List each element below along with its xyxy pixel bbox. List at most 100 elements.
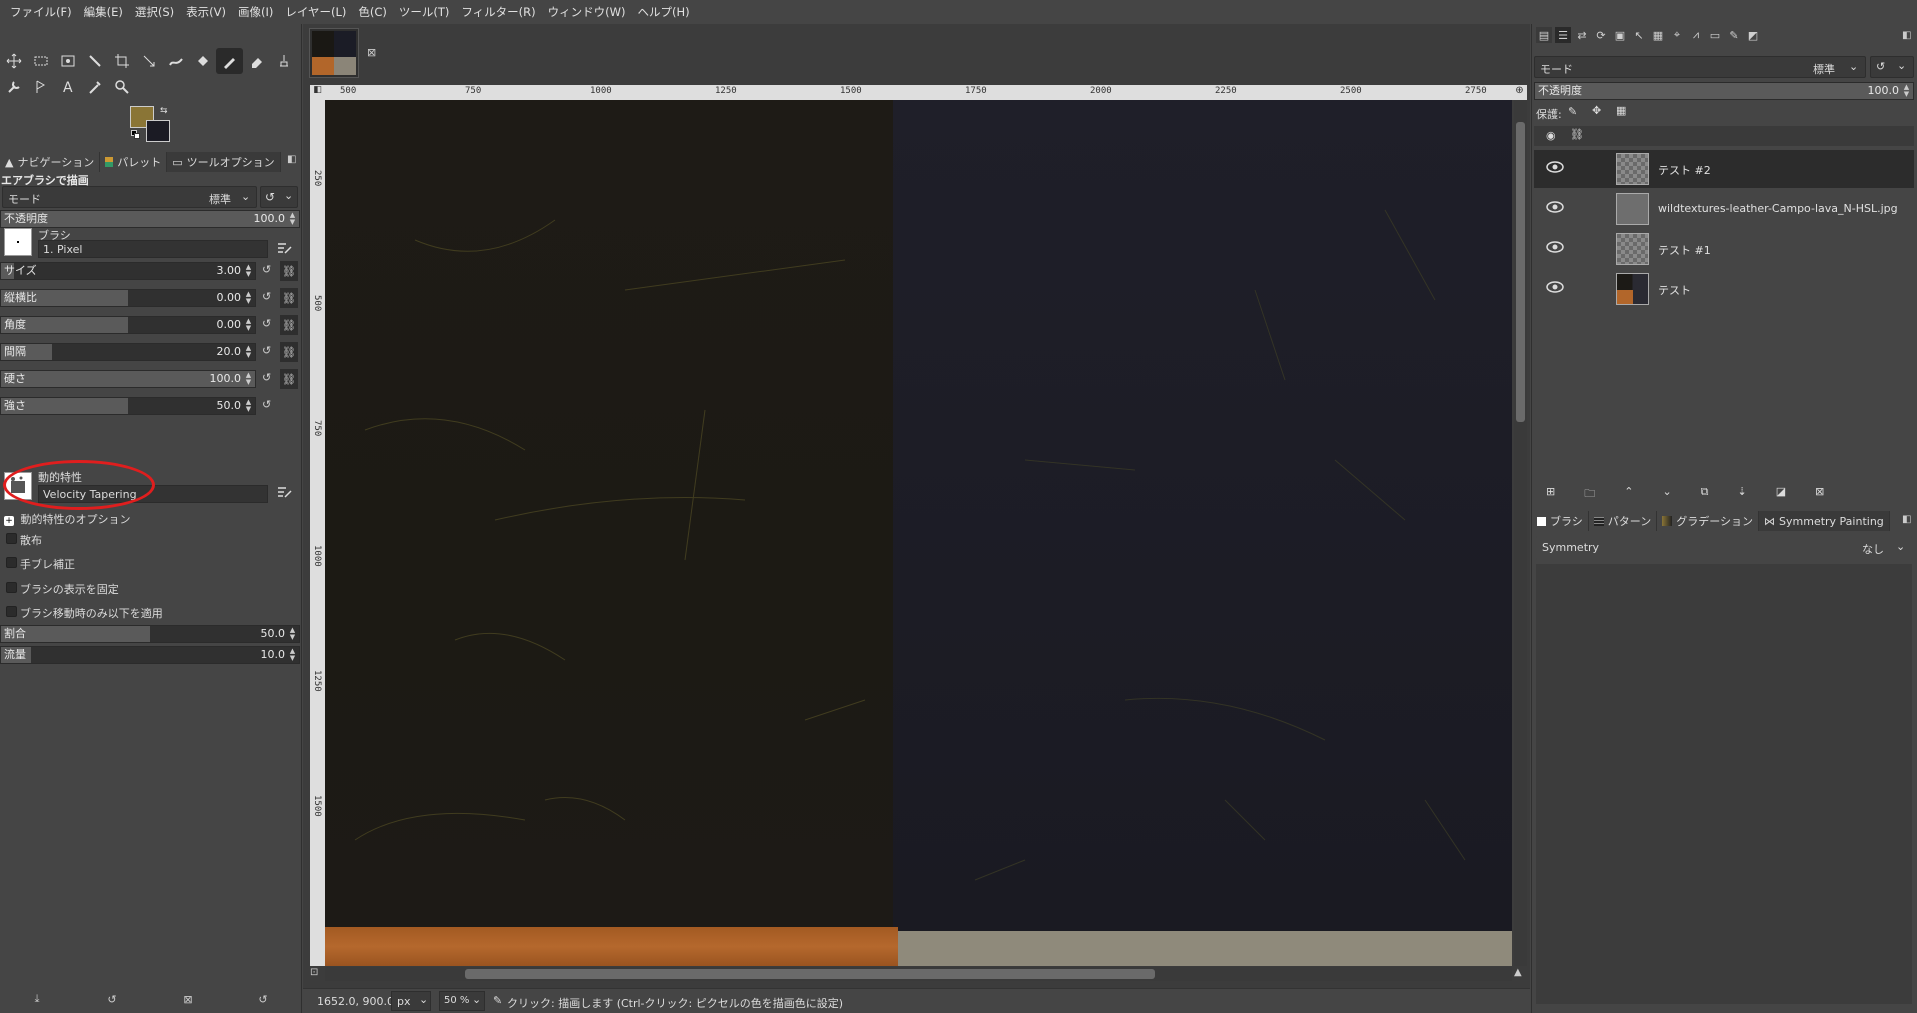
delete-tool-preset-icon[interactable]: ⊠	[179, 990, 197, 1008]
undo-history-tab-icon[interactable]: ▣	[1612, 27, 1628, 43]
reset-colors-icon[interactable]	[131, 130, 141, 140]
lock-pixels-icon[interactable]: ✎	[1568, 105, 1577, 118]
menu-tools[interactable]: ツール(T)	[393, 0, 456, 24]
menu-file[interactable]: ファイル(F)	[4, 0, 78, 24]
eye-icon[interactable]	[1546, 201, 1564, 213]
reset-icon[interactable]: ↺	[262, 371, 271, 384]
lock-position-icon[interactable]: ✥	[1592, 104, 1601, 117]
histogram-tab-icon[interactable]: ⩘	[1688, 27, 1704, 43]
vertical-scrollbar-thumb[interactable]	[1516, 122, 1525, 422]
tab-brushes[interactable]: ブラシ	[1532, 511, 1589, 531]
horizontal-ruler[interactable]: 500 750 1000 1250 1500 1750 2000 2250 2500 2750	[325, 85, 1512, 100]
spin-arrows-icon[interactable]: ▲ ▼	[244, 291, 253, 305]
selection-editor-tab-icon[interactable]: ▭	[1707, 27, 1723, 43]
spin-arrows-icon[interactable]: ▲ ▼	[288, 648, 297, 662]
scatter-checkbox[interactable]	[6, 533, 17, 544]
new-layer-icon[interactable]: 🗀	[1584, 485, 1595, 504]
brush-name-field[interactable]: 1. Pixel	[38, 240, 268, 258]
spin-arrows-icon[interactable]: ▲ ▼	[244, 345, 253, 359]
smudge-tool-icon[interactable]	[0, 74, 27, 100]
menu-help[interactable]: ヘルプ(H)	[631, 0, 695, 24]
tab-tool-options[interactable]: ▭ ツールオプション	[167, 152, 281, 172]
mode-combo[interactable]: モード 標準 ⌄	[2, 186, 257, 208]
quick-mask-corner-icon[interactable]: ◧	[310, 85, 325, 100]
brush-slider[interactable]: サイズ 3.00 ▲ ▼	[0, 262, 256, 280]
lower-layer-icon[interactable]: ⌄	[1662, 485, 1671, 504]
spin-arrows-icon[interactable]: ▲ ▼	[288, 627, 297, 641]
menu-layer[interactable]: レイヤー(L)	[279, 0, 352, 24]
menu-filters[interactable]: フィルター(R)	[455, 0, 541, 24]
eye-icon[interactable]	[1546, 241, 1564, 253]
brush-slider[interactable]: 硬さ 100.0 ▲ ▼	[0, 370, 256, 388]
layer-mode-combo[interactable]: モード 標準 ⌄	[1534, 56, 1866, 78]
background-color-swatch[interactable]	[146, 120, 170, 142]
device-status-tab-icon[interactable]: ◩	[1745, 27, 1761, 43]
mask-layer-icon[interactable]: ◪	[1776, 485, 1786, 504]
zoom-combo[interactable]: 50 % ⌄	[439, 991, 485, 1011]
sample-points-tab-icon[interactable]: ⌖	[1669, 27, 1685, 43]
raise-layer-icon[interactable]: ⌃	[1624, 485, 1633, 504]
dynamics-options-expander[interactable]: + 動的特性のオプション	[4, 511, 131, 527]
layer-row[interactable]: テスト #2	[1534, 150, 1914, 188]
spin-arrows-icon[interactable]: ▲ ▼	[244, 264, 253, 278]
restore-tool-preset-icon[interactable]: ↺	[103, 990, 121, 1008]
free-select-tool-icon[interactable]	[54, 48, 81, 74]
edit-dynamics-icon[interactable]	[275, 482, 295, 502]
clone-tool-icon[interactable]	[270, 48, 297, 74]
spin-arrows-icon[interactable]: ▲ ▼	[1902, 84, 1911, 98]
lock-brush-view-checkbox[interactable]	[6, 582, 17, 593]
menu-colors[interactable]: 色(C)	[352, 0, 393, 24]
link-icon[interactable]: ⛓	[280, 288, 298, 308]
configure-tab-icon[interactable]: ◧	[1902, 514, 1911, 525]
flow-slider[interactable]: 流量 10.0 ▲ ▼	[0, 646, 300, 664]
symmetry-combo[interactable]: Symmetry なし ⌄	[1536, 536, 1912, 560]
delete-layer-icon[interactable]: ⊠	[1815, 485, 1824, 504]
image-canvas[interactable]	[325, 100, 1512, 966]
vertical-ruler[interactable]: 250 500 750 1000 1250 1500	[310, 100, 325, 966]
link-icon[interactable]: ⛓	[280, 315, 298, 335]
spin-arrows-icon[interactable]: ▲ ▼	[244, 318, 253, 332]
layer-opacity-slider[interactable]: 不透明度 100.0 ▲ ▼	[1534, 82, 1914, 100]
brush-slider[interactable]: 間隔 20.0 ▲ ▼	[0, 343, 256, 361]
link-icon[interactable]: ⛓	[280, 261, 298, 281]
zoom-tool-icon[interactable]	[108, 74, 135, 100]
eye-icon[interactable]	[1546, 161, 1564, 173]
tab-palette[interactable]: パレット	[100, 152, 168, 172]
brush-slider[interactable]: 角度 0.00 ▲ ▼	[0, 316, 256, 334]
close-image-icon[interactable]: ⊠	[367, 46, 376, 59]
text-tool-icon[interactable]: A	[54, 74, 81, 100]
crop-tool-icon[interactable]	[108, 48, 135, 74]
colormap-tab-icon[interactable]: ▦	[1650, 27, 1666, 43]
duplicate-layer-icon[interactable]: ⧉	[1701, 485, 1709, 504]
navigate-image-icon[interactable]: ⊡	[310, 967, 324, 981]
image-tab-thumbnail[interactable]	[309, 28, 359, 78]
pointer-tab-icon[interactable]: ↖	[1631, 27, 1647, 43]
paths-tool-icon[interactable]	[27, 74, 54, 100]
paths-tab-icon[interactable]: ⟳	[1593, 27, 1609, 43]
tab-navigation[interactable]: ▲ ナビゲーション	[0, 152, 101, 172]
layers-tab-icon[interactable]: ☰	[1555, 27, 1571, 43]
channels-tab-icon[interactable]: ⇄	[1574, 27, 1590, 43]
fuzzy-select-tool-icon[interactable]	[81, 48, 108, 74]
airbrush-tool-icon[interactable]	[216, 48, 243, 74]
menu-windows[interactable]: ウィンドウ(W)	[542, 0, 632, 24]
reset-icon[interactable]: ↺	[262, 344, 271, 357]
bucket-fill-tool-icon[interactable]	[189, 48, 216, 74]
eraser-tool-icon[interactable]	[243, 48, 270, 74]
smoothing-checkbox[interactable]	[6, 557, 17, 568]
tab-patterns[interactable]: パターン	[1589, 511, 1658, 531]
layer-mode-reset-button[interactable]: ↺ ⌄	[1870, 56, 1914, 78]
zoom-fit-icon[interactable]: ⊕	[1512, 85, 1527, 100]
layer-row[interactable]: テスト #1	[1534, 230, 1914, 268]
horizontal-scrollbar[interactable]	[325, 967, 1512, 981]
color-picker-tool-icon[interactable]	[81, 74, 108, 100]
menu-image[interactable]: 画像(I)	[232, 0, 279, 24]
brush-tab-icon[interactable]: ✎	[1726, 27, 1742, 43]
menu-view[interactable]: 表示(V)	[180, 0, 232, 24]
swap-colors-icon[interactable]: ⇆	[160, 106, 168, 116]
vertical-scrollbar[interactable]	[1514, 100, 1527, 966]
link-icon[interactable]: ⛓	[280, 369, 298, 389]
warp-tool-icon[interactable]	[162, 48, 189, 74]
opacity-slider[interactable]: 不透明度 100.0 ▲ ▼	[0, 210, 300, 228]
brush-preview[interactable]	[4, 228, 32, 256]
